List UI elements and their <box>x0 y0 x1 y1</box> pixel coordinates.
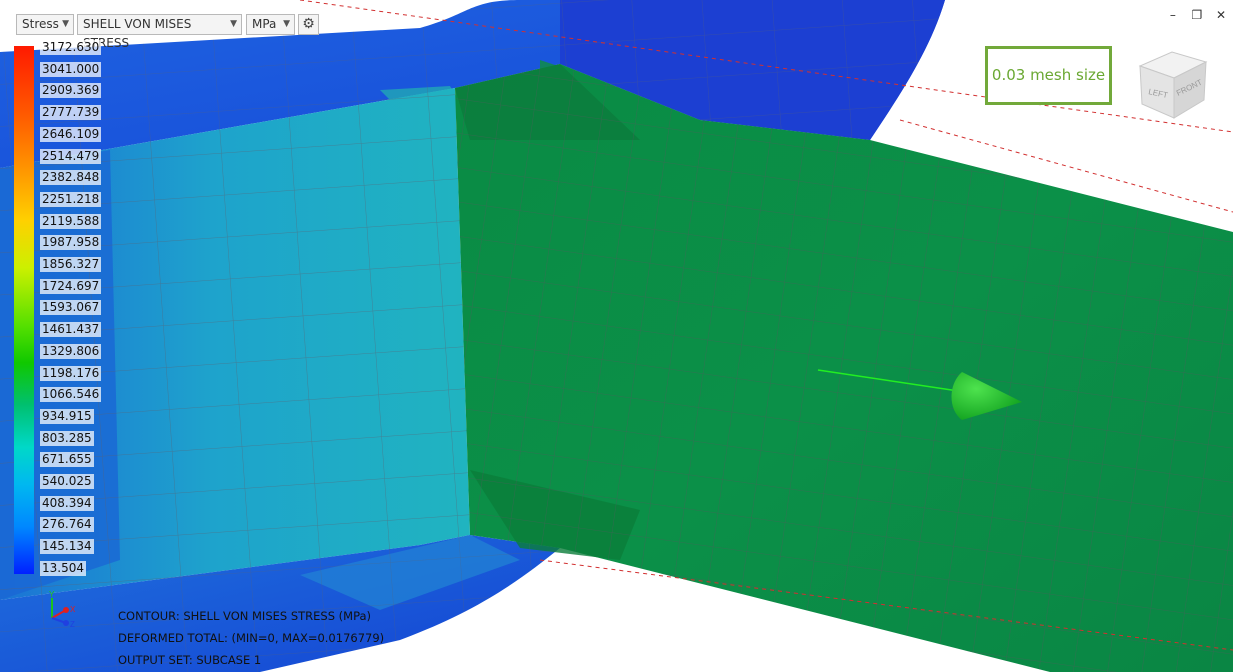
mesh-size-annotation: 0.03 mesh size <box>985 46 1112 105</box>
legend-value: 276.764 <box>40 517 94 533</box>
legend-value: 145.134 <box>40 539 94 555</box>
chevron-down-icon: ▼ <box>62 19 69 29</box>
legend-value: 1066.546 <box>40 387 102 403</box>
result-component-dropdown[interactable]: SHELL VON MISES STRESS ▼ <box>77 14 242 50</box>
contour-label: CONTOUR: SHELL VON MISES STRESS (MPa) <box>118 609 372 623</box>
chevron-down-icon: ▼ <box>230 19 237 29</box>
contour-info: CONTOUR: SHELL VON MISES STRESS (MPa) DE… <box>118 605 384 671</box>
triad-y-label: Y <box>49 590 55 599</box>
stress-legend: 3172.630 3041.000 2909.369 2777.739 2646.109… <box>14 40 124 580</box>
legend-value: 2909.369 <box>40 83 102 99</box>
legend-value: 671.655 <box>40 452 94 468</box>
chevron-down-icon: ▼ <box>283 19 290 29</box>
mesh-size-label: 0.03 mesh size <box>991 66 1106 84</box>
restore-icon[interactable]: ❐ <box>1189 7 1205 23</box>
legend-value: 540.025 <box>40 474 94 489</box>
legend-value: 2777.739 <box>40 105 102 121</box>
legend-value: 803.285 <box>40 430 94 446</box>
triad-z-label: Z <box>70 620 75 629</box>
unit-value: MPa <box>252 17 277 31</box>
window-controls: – ❐ ✕ <box>1162 4 1229 23</box>
legend-value: 1329.806 <box>40 343 102 359</box>
view-cube[interactable]: LEFT FRONT <box>1132 48 1212 122</box>
legend-value: 2646.109 <box>40 126 102 142</box>
axis-triad: Y X Z <box>49 590 76 629</box>
legend-value: 934.915 <box>40 408 94 424</box>
deformed-label: DEFORMED TOTAL: (MIN=0, MAX=0.0176779) <box>118 631 385 645</box>
legend-value: 13.504 <box>40 560 86 576</box>
legend-value: 3041.000 <box>40 61 102 77</box>
legend-value: 408.394 <box>40 495 94 511</box>
legend-color-bar <box>14 46 34 574</box>
legend-value: 1198.176 <box>40 365 102 381</box>
triad-x-label: X <box>70 605 76 614</box>
legend-value: 1593.067 <box>40 300 102 316</box>
gear-icon: ⚙ <box>302 16 315 32</box>
legend-value: 1724.697 <box>40 278 102 294</box>
result-type-dropdown[interactable]: Stress ▼ <box>16 14 74 35</box>
legend-value: 1987.958 <box>40 235 102 251</box>
legend-value: 1461.437 <box>40 322 102 338</box>
contour-settings-button[interactable]: ⚙ <box>298 14 319 35</box>
legend-value: 2119.588 <box>40 213 102 229</box>
legend-value: 2382.848 <box>40 170 102 186</box>
legend-value: 2514.479 <box>40 148 102 164</box>
legend-value: 1856.327 <box>40 257 102 272</box>
result-type-value: Stress <box>22 17 59 31</box>
unit-dropdown[interactable]: MPa ▼ <box>246 14 295 35</box>
legend-value: 3172.630 <box>40 40 102 55</box>
output-set-label: OUTPUT SET: SUBCASE 1 <box>118 653 262 667</box>
close-icon[interactable]: ✕ <box>1213 7 1229 23</box>
legend-value: 2251.218 <box>40 191 102 207</box>
minimize-icon[interactable]: – <box>1165 7 1181 23</box>
